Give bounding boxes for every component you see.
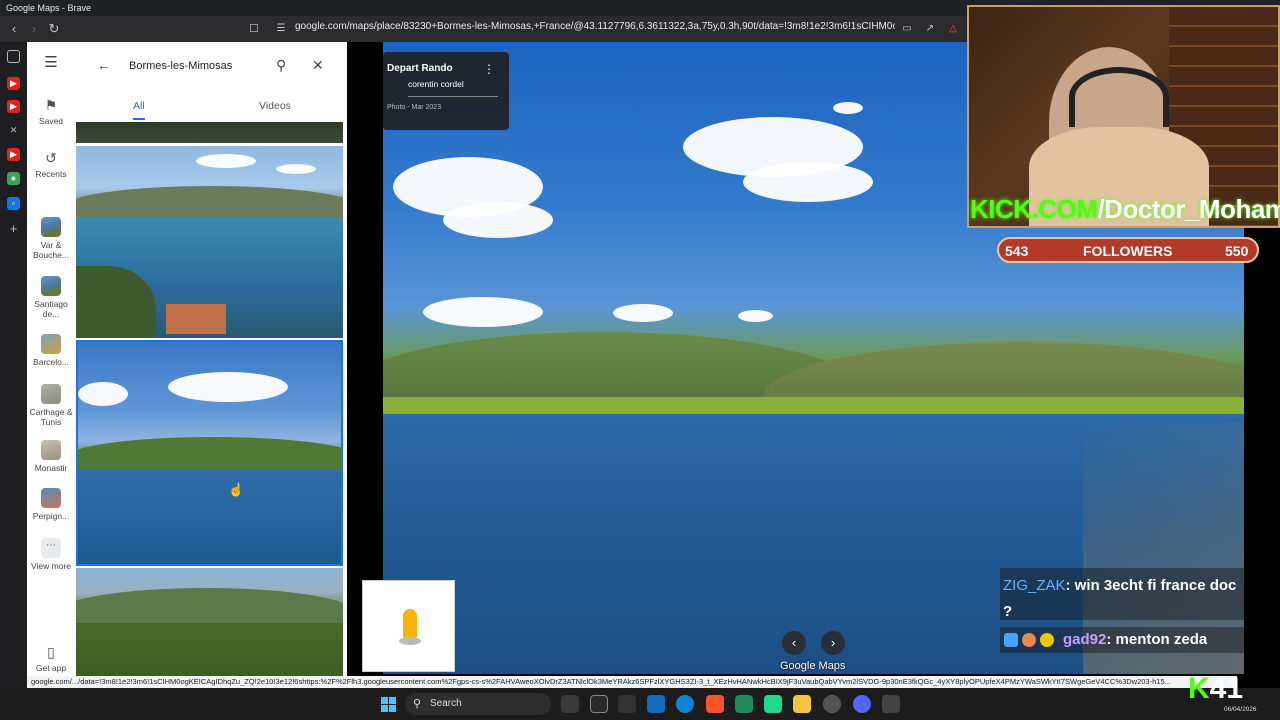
rail-recent-place[interactable]: Var & Bouche... — [27, 217, 75, 260]
site-settings-icon[interactable]: ☰ — [272, 20, 290, 38]
terminal-icon[interactable] — [618, 695, 636, 713]
photo-date: Photo - Mar 2023 — [387, 104, 442, 111]
place-thumbnail — [41, 440, 61, 460]
maps-rail: ☰ ⚑ Saved ↺ Recents Var & Bouche... Sant… — [27, 42, 75, 688]
more-options-icon[interactable]: ⋮ — [483, 62, 495, 76]
task-view-icon[interactable] — [561, 695, 579, 713]
share-icon[interactable]: ↗ — [921, 20, 939, 38]
stream-counter: K41 — [1188, 672, 1244, 705]
badge-icon — [1004, 633, 1018, 647]
place-thumbnail — [41, 217, 61, 237]
search-icon: ⚲ — [413, 698, 422, 710]
google-maps-watermark: Google Maps — [780, 660, 846, 672]
pegman-control[interactable] — [362, 580, 455, 672]
outlook-icon[interactable] — [647, 695, 665, 713]
browser-sidebar: ▶ ▶ ✕ ▶ ● ▫ + — [0, 42, 27, 688]
chat-message: gad92: menton zeda — [1000, 627, 1244, 653]
previous-photo-button[interactable]: ‹ — [782, 631, 806, 655]
bookmark-icon[interactable]: ☐ — [245, 20, 263, 38]
chat-username: ZIG_ZAK — [1003, 577, 1066, 594]
install-app-icon[interactable]: ▭ — [898, 20, 916, 38]
more-icon: ⋯ — [41, 538, 61, 558]
tab-icon[interactable]: ▫ — [7, 197, 20, 210]
history-icon: ↺ — [45, 150, 57, 166]
chat-message: ZIG_ZAK: win 3echt fi france doc ? — [1000, 568, 1244, 620]
kick-channel-banner: KICK.COM/Doctor_Mohamed — [970, 194, 1280, 224]
badge-icon — [1022, 633, 1036, 647]
photo-title[interactable]: Depart Rando — [387, 63, 453, 74]
active-tab-indicator — [133, 118, 145, 120]
rail-recent-place[interactable]: Perpign... — [27, 488, 75, 521]
phone-icon: ▯ — [47, 644, 55, 660]
apps-icon[interactable] — [882, 695, 900, 713]
discord-icon[interactable] — [853, 695, 871, 713]
followers-goal: 543 FOLLOWERS 550 — [997, 237, 1259, 263]
back-arrow-icon[interactable]: ← — [97, 57, 111, 73]
place-thumbnail — [41, 276, 61, 296]
photo-thumbnail[interactable] — [76, 568, 343, 688]
rail-recent-place[interactable]: Carthage & Tunis — [27, 384, 75, 427]
next-photo-button[interactable]: › — [821, 631, 845, 655]
photo-thumbnail[interactable] — [76, 122, 343, 143]
rail-recent-place[interactable]: Barcelo... — [27, 334, 75, 367]
tab-videos[interactable]: Videos — [259, 100, 291, 112]
windows-start-icon[interactable] — [381, 697, 396, 712]
place-thumbnail — [41, 334, 61, 354]
rail-recents[interactable]: ↺ Recents — [27, 150, 75, 179]
photo-thumbnail-selected[interactable] — [76, 340, 343, 566]
sidebar-toggle-icon[interactable] — [7, 50, 20, 63]
photos-panel: ← Bormes-les-Mimosas ⚲ ✕ All Videos — [75, 42, 347, 688]
brave-icon[interactable] — [706, 695, 724, 713]
tab-all[interactable]: All — [133, 100, 145, 112]
menu-icon[interactable]: ☰ — [27, 55, 75, 70]
bookmark-icon: ⚑ — [44, 97, 58, 113]
photo-tabs: All Videos — [75, 96, 347, 120]
edge-icon[interactable] — [676, 695, 694, 713]
rail-saved[interactable]: ⚑ Saved — [27, 97, 75, 126]
file-explorer-icon[interactable] — [793, 695, 811, 713]
rail-get-app[interactable]: ▯ Get app — [27, 644, 75, 673]
address-bar: ‹ › ↻ ☐ ☰ google.com/maps/place/83230+Bo… — [0, 16, 970, 42]
mute-icon[interactable]: ✕ — [7, 124, 20, 137]
brave-shields-icon[interactable]: △ — [944, 20, 962, 38]
youtube-icon[interactable]: ▶ — [7, 148, 20, 161]
pegman-icon — [403, 609, 417, 639]
divider — [408, 96, 498, 97]
reload-icon[interactable]: ↻ — [45, 20, 63, 38]
followers-goal-value: 550 — [1225, 243, 1249, 259]
photo-info-card: Depart Rando corentin cordel Photo - Mar… — [383, 52, 509, 130]
pycharm-icon[interactable] — [764, 695, 782, 713]
rail-view-more[interactable]: ⋯ View more — [27, 538, 75, 571]
chat-username: gad92 — [1063, 631, 1107, 648]
close-icon[interactable]: ✕ — [312, 57, 324, 74]
google-maps-icon[interactable]: ● — [7, 172, 20, 185]
youtube-icon[interactable]: ▶ — [7, 77, 20, 90]
taskbar-date: 06/04/2026 — [1224, 706, 1257, 713]
search-icon[interactable]: ⚲ — [276, 57, 286, 74]
chat-text: : menton zeda — [1106, 631, 1208, 648]
app-icon[interactable] — [735, 695, 753, 713]
search-box: ← Bormes-les-Mimosas ⚲ ✕ — [75, 42, 347, 92]
url-field[interactable]: google.com/maps/place/83230+Bormes-les-M… — [295, 21, 895, 32]
followers-label: FOLLOWERS — [1083, 243, 1173, 259]
taskbar-search[interactable]: ⚲ Search — [405, 693, 551, 715]
status-bar-url: google.com/.../data=!3m8!1e2!3m6!1sCIHM0… — [27, 676, 1237, 688]
add-icon[interactable]: + — [7, 222, 20, 235]
rail-recent-place[interactable]: Monastir — [27, 440, 75, 473]
place-thumbnail — [41, 384, 61, 404]
photo-author[interactable]: corentin cordel — [408, 79, 464, 89]
forward-icon[interactable]: › — [25, 20, 43, 38]
place-thumbnail — [41, 488, 61, 508]
badge-icon — [1040, 633, 1054, 647]
youtube-icon[interactable]: ▶ — [7, 100, 20, 113]
taskbar — [0, 688, 1280, 720]
settings-icon[interactable] — [823, 695, 841, 713]
search-input[interactable]: Bormes-les-Mimosas — [129, 60, 232, 72]
followers-current: 543 — [1005, 243, 1029, 259]
hand-cursor-icon: ☝ — [228, 482, 245, 497]
rail-recent-place[interactable]: Santiago de... — [27, 276, 75, 319]
calendar-icon[interactable] — [590, 695, 608, 713]
photo-thumbnail[interactable] — [76, 146, 343, 338]
back-icon[interactable]: ‹ — [5, 20, 23, 38]
